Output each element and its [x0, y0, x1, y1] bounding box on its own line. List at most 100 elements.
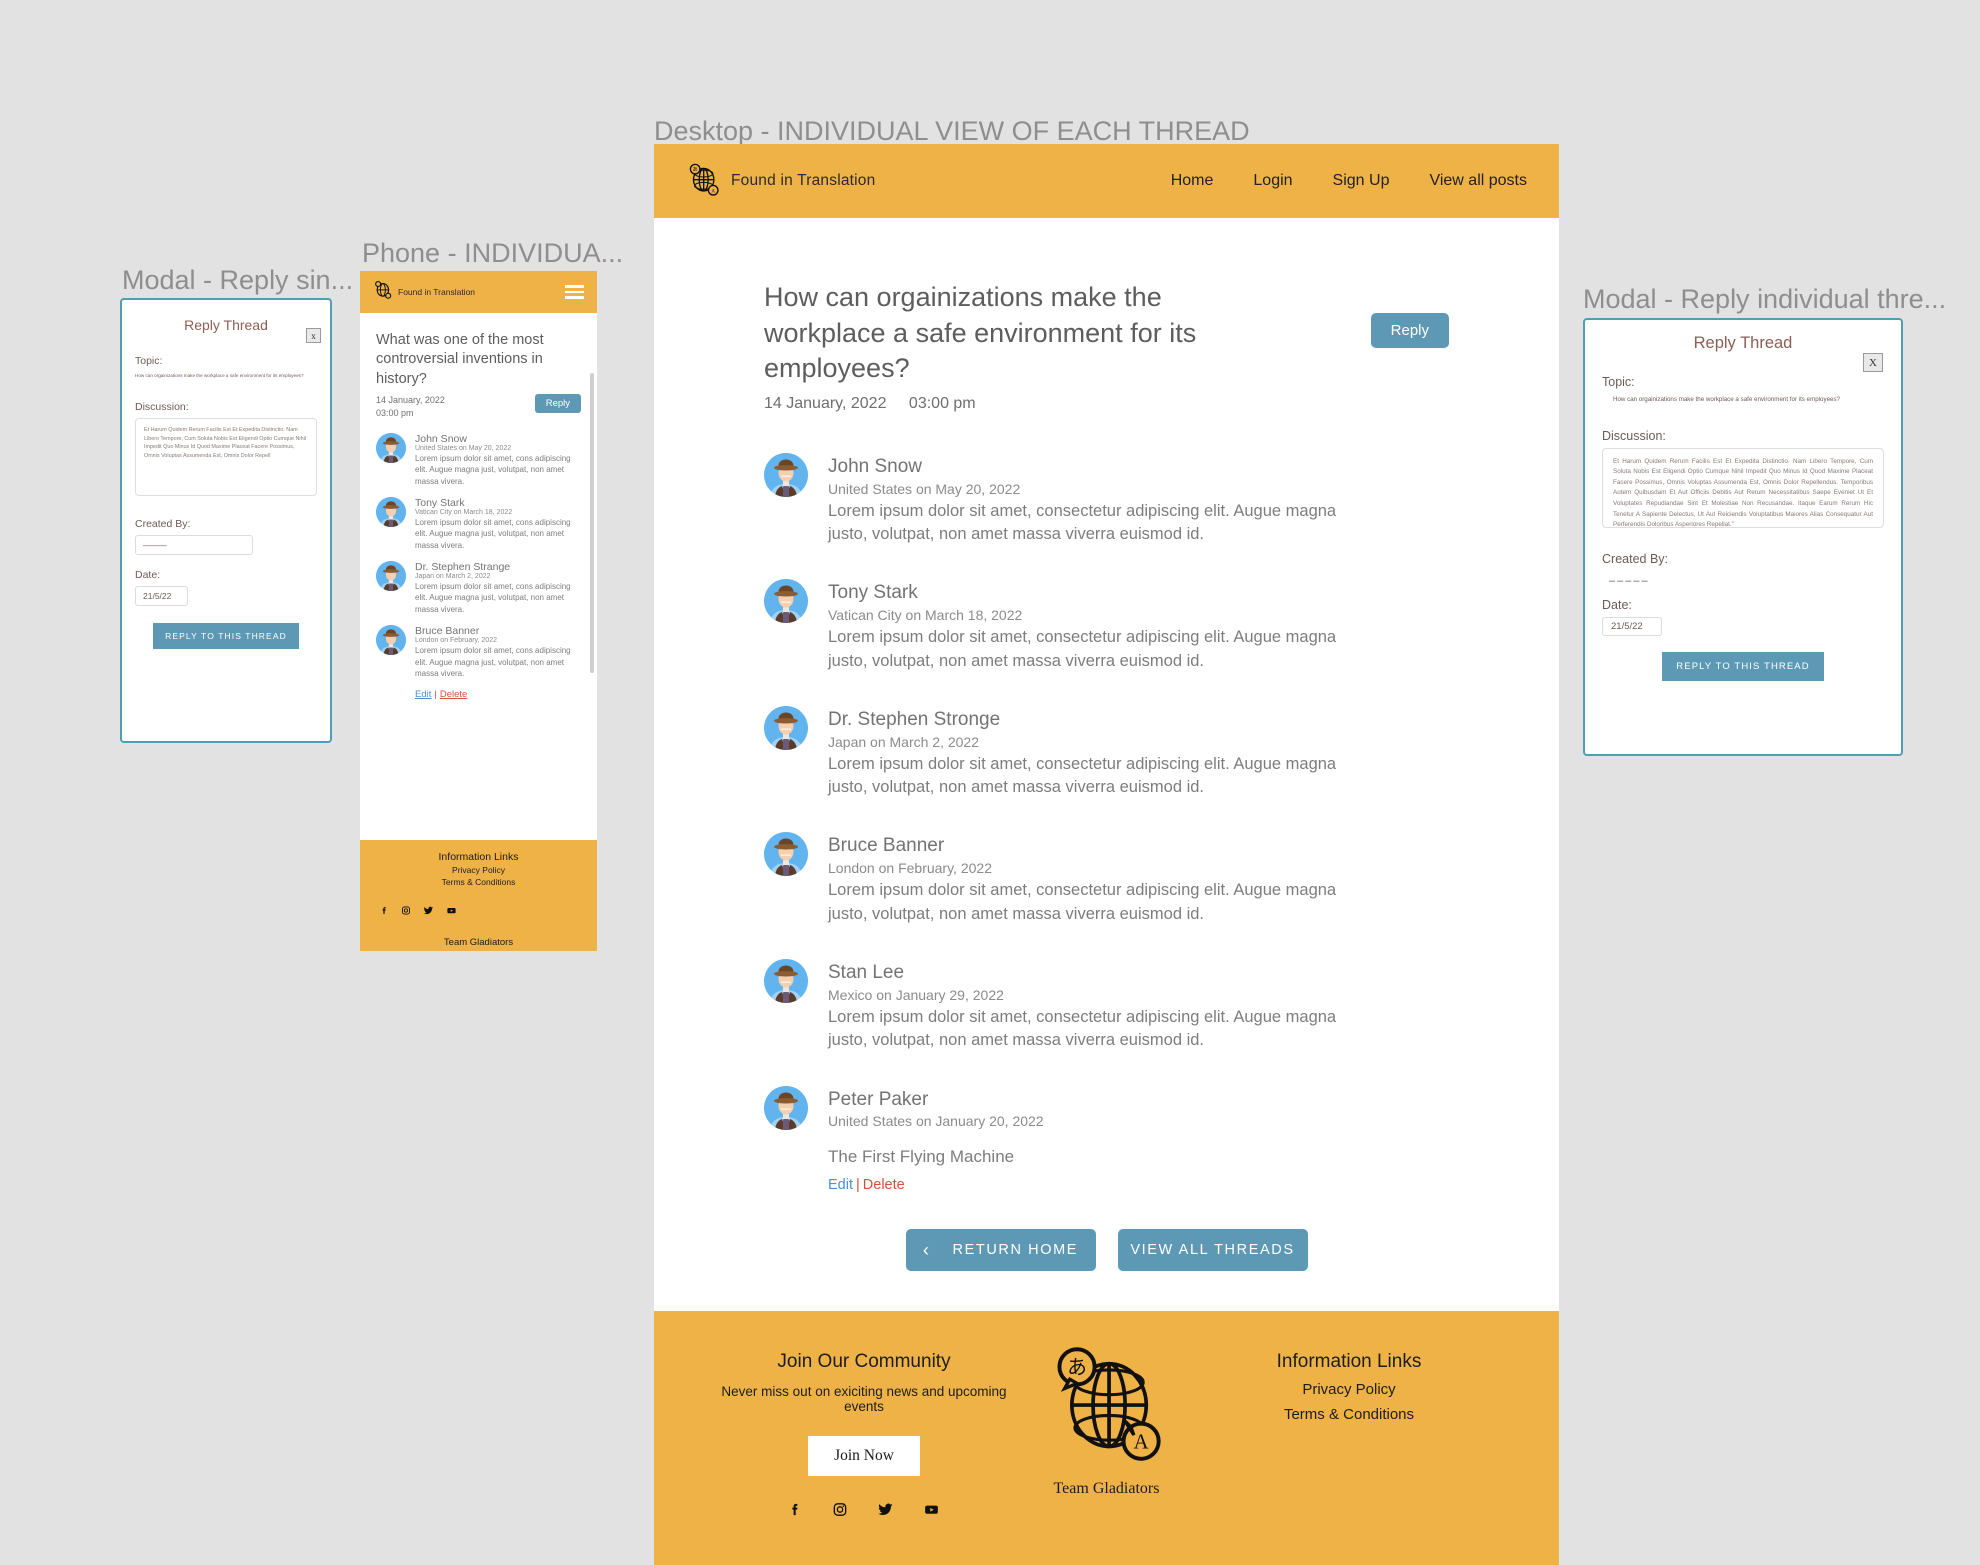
- avatar: [376, 432, 406, 463]
- footer-link-terms-conditions[interactable]: Terms & Conditions: [1199, 1406, 1499, 1423]
- phone-reply-button[interactable]: Reply: [534, 393, 581, 413]
- avatar: [376, 625, 406, 656]
- created-by-field[interactable]: –––––: [1602, 575, 1884, 587]
- footer-link-privacy-policy[interactable]: Privacy Policy: [374, 865, 583, 875]
- created-by-field[interactable]: –––––: [135, 535, 253, 556]
- close-icon[interactable]: X: [1863, 353, 1883, 372]
- comment-item: Tony Stark Vatican City on March 18, 202…: [764, 579, 1449, 673]
- comment-author: Tony Stark: [828, 582, 918, 604]
- comment-text: Lorem ipsum dolor sit amet, cons adipisc…: [415, 646, 571, 678]
- comment-meta: Vatican City on March 18, 2022: [415, 509, 513, 517]
- mock-label-desktop: Desktop - INDIVIDUAL VIEW OF EACH THREAD: [654, 116, 1250, 146]
- reply-thread-modal-individual: Reply Thread X Topic: How can orgainizat…: [1583, 318, 1903, 756]
- facebook-icon[interactable]: [788, 1501, 803, 1523]
- thread-meta: 14 January, 2022 03:00 pm: [764, 395, 1284, 413]
- comment-text: Lorem ipsum dolor sit amet, cons adipisc…: [415, 453, 571, 486]
- footer-links-heading: Information Links: [438, 851, 519, 863]
- youtube-icon[interactable]: [446, 903, 457, 921]
- delete-link[interactable]: Delete: [863, 1177, 905, 1193]
- desktop-mockup: あ A Found in Translation Home Login Sign…: [654, 144, 1559, 1565]
- twitter-icon[interactable]: [877, 1501, 894, 1523]
- edit-link[interactable]: Edit: [415, 689, 431, 700]
- modal-title: Reply Thread: [1693, 334, 1793, 352]
- footer-link-terms-conditions[interactable]: Terms & Conditions: [374, 877, 583, 887]
- return-home-button[interactable]: ‹ RETURN HOME: [905, 1229, 1096, 1272]
- phone-header: Found in Translation: [360, 271, 597, 313]
- avatar: [376, 497, 406, 528]
- phone-footer: Information Links Privacy Policy Terms &…: [360, 840, 597, 951]
- topic-value: How can orgainizations make the workplac…: [1613, 396, 1840, 403]
- twitter-icon[interactable]: [423, 903, 434, 921]
- phone-page-title: What was one of the most controversial i…: [376, 332, 544, 387]
- comment-item-own: Bruce Banner London on February, 2022 Lo…: [376, 625, 581, 679]
- avatar: [764, 1085, 808, 1130]
- edit-link[interactable]: Edit: [828, 1177, 853, 1193]
- footer-link-privacy-policy[interactable]: Privacy Policy: [1199, 1381, 1499, 1398]
- nav-link-signup[interactable]: Sign Up: [1333, 172, 1390, 190]
- edit-delete-actions: Edit | Delete: [828, 1177, 1044, 1193]
- nav-link-view-all-posts[interactable]: View all posts: [1429, 172, 1527, 190]
- phone-thread-meta: 14 January, 2022 03:00 pm: [376, 394, 445, 420]
- nav-link-login[interactable]: Login: [1253, 172, 1292, 190]
- instagram-icon[interactable]: [401, 903, 411, 921]
- thread-header: How can orgainizations make the workplac…: [764, 280, 1449, 413]
- mock-label-phone: Phone - INDIVIDUA...: [362, 238, 624, 268]
- phone-main: What was one of the most controversial i…: [360, 313, 597, 700]
- discussion-textarea[interactable]: Et Harum Quidem Rerum Facilis Est Et Exp…: [135, 418, 317, 497]
- delete-link[interactable]: Delete: [440, 689, 467, 700]
- date-field[interactable]: 21/5/22: [1602, 616, 1662, 636]
- comment-item: Dr. Stephen Strange Japan on March 2, 20…: [376, 561, 581, 615]
- comment-list: John Snow United States on May 20, 2022 …: [764, 452, 1449, 1193]
- avatar: [764, 959, 808, 1003]
- separator: |: [434, 689, 437, 701]
- comment-item: John Snow United States on May 20, 2022 …: [376, 432, 581, 487]
- comment-post-title: The First Flying Machine: [828, 1147, 1015, 1167]
- phone-brand-name: Found in Translation: [398, 287, 476, 297]
- desktop-footer: Join Our Community Never miss out on exi…: [654, 1311, 1559, 1565]
- comment-item: John Snow United States on May 20, 2022 …: [764, 452, 1449, 547]
- comment-author: Dr. Stephen Strange: [415, 561, 511, 574]
- phone-mockup: Found in Translation What was one of the…: [360, 271, 597, 951]
- svg-text:あ: あ: [1067, 1356, 1087, 1379]
- mock-label-modal-left: Modal - Reply sin...: [122, 265, 354, 295]
- footer-links-column: Information Links Privacy Policy Terms &…: [1199, 1333, 1499, 1423]
- comment-author: Dr. Stephen Stronge: [828, 708, 1001, 730]
- thread-time: 03:00 pm: [908, 394, 976, 412]
- date-field[interactable]: 21/5/22: [135, 586, 188, 607]
- desktop-nav: Home Login Sign Up View all posts: [1171, 172, 1527, 190]
- page-title: How can orgainizations make the workplac…: [764, 282, 1197, 384]
- comment-meta: United States on May 20, 2022: [415, 444, 512, 452]
- discussion-textarea[interactable]: Et Harum Quidem Rerum Facilis Est Et Exp…: [1602, 447, 1884, 528]
- desktop-header: あ A Found in Translation Home Login Sign…: [654, 144, 1559, 218]
- date-label: Date:: [1602, 597, 1632, 612]
- join-now-button[interactable]: Join Now: [808, 1436, 920, 1477]
- globe-translate-icon: [373, 280, 392, 304]
- phone-comment-list: John Snow United States on May 20, 2022 …: [376, 432, 581, 701]
- hamburger-menu-icon[interactable]: [565, 285, 584, 299]
- youtube-icon[interactable]: [923, 1501, 940, 1523]
- scrollbar[interactable]: [590, 373, 594, 673]
- comment-author: Bruce Banner: [415, 625, 480, 638]
- comment-item-own: Peter Paker United States on January 20,…: [764, 1085, 1449, 1193]
- nav-link-home[interactable]: Home: [1171, 172, 1214, 190]
- reply-button[interactable]: Reply: [1370, 313, 1449, 348]
- reply-to-thread-button[interactable]: REPLY TO THIS THREAD: [153, 623, 299, 650]
- comment-item: Tony Stark Vatican City on March 18, 202…: [376, 497, 581, 551]
- view-all-threads-label: VIEW ALL THREADS: [1130, 1242, 1295, 1259]
- discussion-label: Discussion:: [1602, 428, 1666, 443]
- reply-to-thread-button[interactable]: REPLY TO THIS THREAD: [1662, 651, 1824, 681]
- comment-meta: Japan on March 2, 2022: [828, 733, 979, 750]
- comment-meta: Vatican City on March 18, 2022: [828, 607, 1023, 624]
- team-name: Team Gladiators: [443, 937, 514, 948]
- comment-meta: London on February, 2022: [415, 637, 497, 645]
- instagram-icon[interactable]: [832, 1501, 848, 1523]
- facebook-icon[interactable]: [380, 903, 389, 921]
- phone-thread-meta-row: 14 January, 2022 03:00 pm Reply: [376, 393, 581, 420]
- separator: |: [856, 1177, 860, 1194]
- close-icon[interactable]: x: [306, 328, 321, 343]
- comment-item: Dr. Stephen Stronge Japan on March 2, 20…: [764, 705, 1449, 800]
- view-all-threads-button[interactable]: VIEW ALL THREADS: [1117, 1229, 1308, 1272]
- chevron-left-icon: ‹: [922, 1240, 931, 1261]
- brand-name: Found in Translation: [731, 172, 876, 189]
- brand[interactable]: あ A Found in Translation: [686, 162, 875, 201]
